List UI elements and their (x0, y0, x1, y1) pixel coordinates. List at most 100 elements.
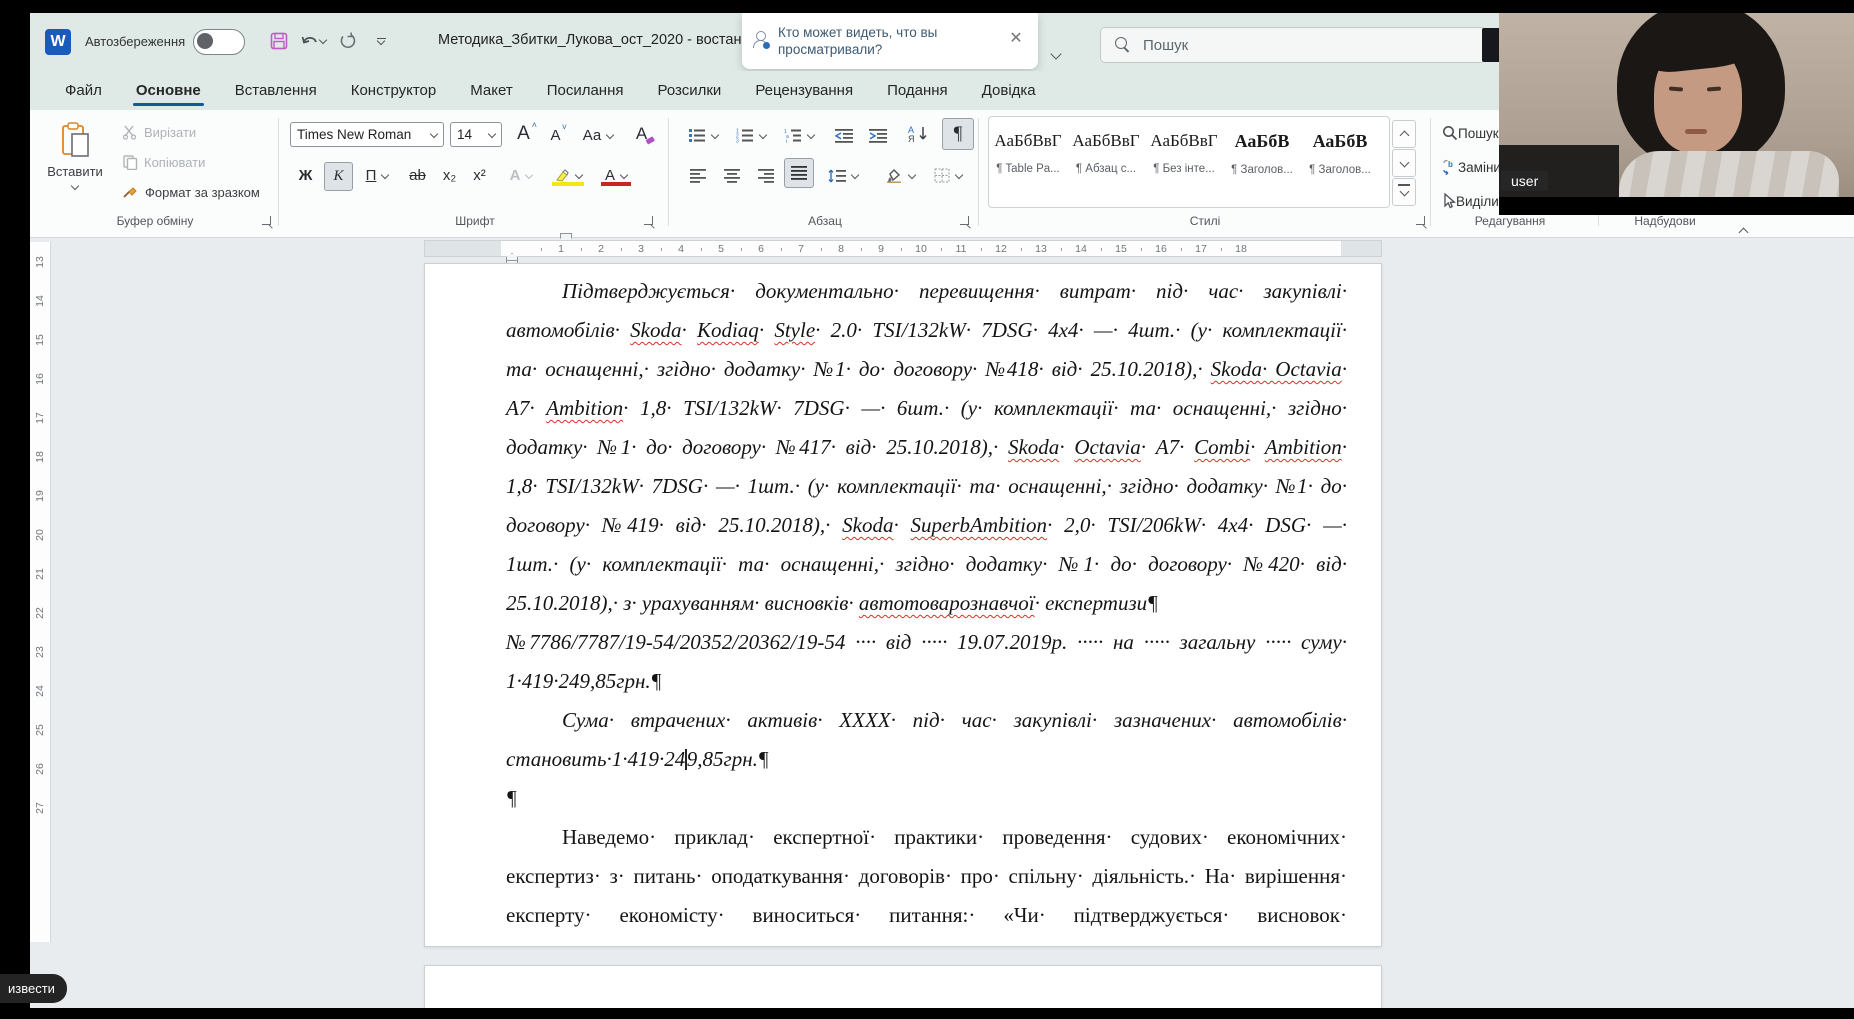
find-label: Пошук (1458, 125, 1499, 141)
subscript-button[interactable]: x₂ (436, 162, 463, 189)
style-card[interactable]: АаБбВвГ ¶ Table Pa... (989, 117, 1067, 207)
font-dialog-launcher[interactable] (644, 216, 655, 227)
styles-more-button[interactable] (1392, 178, 1416, 206)
search-input[interactable]: Пошук (1100, 27, 1486, 63)
text-run: 1·419·249,85грн.¶ (506, 669, 662, 693)
strikethrough-button[interactable]: ab (404, 162, 431, 189)
cut-button[interactable]: Вирізати (122, 124, 196, 140)
styles-gallery: АаБбВвГ ¶ Table Pa... АаБбВвГ ¶ Абзац с...… (988, 116, 1390, 208)
line-spacing-button[interactable] (824, 162, 862, 189)
document-line[interactable]: автомобілів· Skoda· Kodiaq· Style· 2.0· … (506, 311, 1347, 350)
qat-overflow-button[interactable] (364, 27, 398, 55)
paragraph-dialog-launcher[interactable] (960, 216, 971, 227)
numbering-button[interactable]: 123 (730, 122, 772, 149)
text-run: · експертизи¶ (1034, 591, 1159, 615)
style-card[interactable]: АаБбВ ¶ Заголов... (1223, 117, 1301, 207)
borders-icon (934, 168, 950, 183)
grow-font-button[interactable]: А ˄ (510, 120, 537, 147)
document-line[interactable]: експерту· економісту· виноситься· питанн… (506, 896, 1347, 935)
text-run: №7786/7787/19-54/20352/20362/19-54 ···· … (506, 630, 1347, 654)
text-run: 1шт.· (у· комплектації· та· оснащенні,· … (506, 552, 1347, 576)
increase-indent-button[interactable] (864, 122, 891, 149)
title-chevron-icon[interactable] (1050, 45, 1062, 63)
tab-help[interactable]: Довідка (965, 73, 1053, 108)
font-name-combo[interactable]: Times New Roman (290, 122, 444, 147)
document-text: Підтверджується· документально· перевище… (506, 272, 1347, 935)
style-card[interactable]: АаБбВвГ ¶ Без інте... (1145, 117, 1223, 207)
redo-button[interactable] (330, 27, 364, 55)
paste-button[interactable]: Вставити (44, 120, 106, 208)
styles-scroll-up-button[interactable] (1392, 120, 1416, 148)
word-app-icon: W (45, 29, 71, 55)
align-right-button[interactable] (752, 162, 779, 189)
undo-button[interactable] (296, 27, 330, 55)
tab-layout[interactable]: Макет (453, 73, 529, 108)
document-line[interactable]: 1·419·249,85грн.¶ (506, 662, 1347, 701)
align-left-button[interactable] (684, 162, 711, 189)
sort-button[interactable]: АЯ (904, 120, 934, 147)
tab-mailings[interactable]: Розсилки (641, 73, 739, 108)
tab-review[interactable]: Рецензування (738, 73, 870, 108)
highlight-button[interactable] (548, 162, 588, 189)
save-button[interactable] (262, 27, 296, 55)
document-line[interactable]: №7786/7787/19-54/20352/20362/19-54 ···· … (506, 623, 1347, 662)
tab-file[interactable]: Файл (48, 73, 119, 108)
font-size-chevron-icon (487, 129, 497, 138)
tab-home[interactable]: Основне (119, 73, 218, 108)
copy-button[interactable]: Копіювати (122, 154, 205, 170)
tab-view[interactable]: Подання (870, 73, 965, 108)
document-line[interactable]: та· оснащенні,· згідно· додатку· №1· до·… (506, 350, 1347, 389)
superscript-button[interactable]: x² (466, 162, 493, 189)
bullets-button[interactable] (682, 122, 724, 149)
font-name-chevron-icon (429, 129, 439, 138)
document-line[interactable]: додатку· №1· до· договору· №417· від· 25… (506, 428, 1347, 467)
document-page-1[interactable]: Підтверджується· документально· перевище… (424, 263, 1382, 947)
shading-button[interactable] (880, 162, 920, 189)
document-line[interactable]: ¶ (506, 779, 1347, 818)
styles-dialog-launcher[interactable] (1416, 216, 1427, 227)
document-line[interactable]: Підтверджується· документально· перевище… (506, 272, 1347, 311)
webcam-overlay[interactable]: user (1499, 10, 1854, 215)
align-center-button[interactable] (718, 162, 745, 189)
style-card[interactable]: АаБбВвГ ¶ Абзац с... (1067, 117, 1145, 207)
decrease-indent-button[interactable] (830, 122, 857, 149)
multilevel-list-button[interactable]: 1ai (778, 122, 820, 149)
shrink-font-button[interactable]: А ˅ (542, 122, 569, 149)
document-line[interactable]: 1,8· TSI/132kW· 7DSG· —· 1шт.· (у· компл… (506, 467, 1347, 506)
underline-button[interactable]: П (358, 162, 396, 189)
svg-text:Я: Я (908, 134, 915, 143)
tab-references[interactable]: Посилання (530, 73, 641, 108)
autosave-toggle[interactable] (193, 29, 245, 55)
document-line[interactable]: експертиз· з· питань· оподаткування· дог… (506, 857, 1347, 896)
document-line[interactable]: А7· Ambition· 1,8· TSI/132kW· 7DSG· —· 6… (506, 389, 1347, 428)
text-run: 25.10.2018),· з· урахуванням· висновків· (506, 591, 859, 615)
popup-close-button[interactable]: ✕ (1008, 31, 1024, 47)
text-effects-button[interactable]: А (502, 162, 540, 189)
undo-chevron-icon (318, 35, 328, 44)
document-line[interactable]: договору· №419· від· 25.10.2018),· Skoda… (506, 506, 1347, 545)
justify-button-active[interactable] (784, 158, 814, 188)
document-line[interactable]: становить·1·419·249,85грн.¶ (506, 740, 1347, 779)
font-size-combo[interactable]: 14 (450, 122, 502, 147)
paragraph-group-label: Абзац (808, 214, 842, 228)
bold-button[interactable]: Ж (292, 162, 319, 189)
font-color-button[interactable]: А (596, 162, 636, 189)
format-painter-button[interactable]: Формат за зразком (122, 184, 260, 200)
clear-formatting-button[interactable]: А (628, 120, 655, 147)
borders-button[interactable] (928, 162, 968, 189)
change-case-button[interactable]: Аа (578, 122, 618, 149)
document-line[interactable]: 1шт.· (у· комплектації· та· оснащенні,· … (506, 545, 1347, 584)
style-card[interactable]: АаБбВ ¶ Заголов... (1301, 117, 1379, 207)
italic-button-active[interactable]: К (324, 162, 353, 191)
document-page-2[interactable] (424, 965, 1382, 1008)
clipboard-dialog-launcher[interactable] (262, 216, 273, 227)
document-line[interactable]: Наведемо· приклад· експертної· практики·… (506, 818, 1347, 857)
styles-scroll-down-button[interactable] (1392, 149, 1416, 177)
tab-insert[interactable]: Вставлення (218, 73, 334, 108)
tab-design[interactable]: Конструктор (334, 73, 454, 108)
find-button[interactable]: Пошук (1442, 120, 1499, 146)
document-line[interactable]: 25.10.2018),· з· урахуванням· висновків·… (506, 584, 1347, 623)
font-name-value: Times New Roman (297, 127, 412, 142)
show-marks-button-active[interactable]: ¶ (942, 118, 974, 150)
document-line[interactable]: Сума· втрачених· активів· ХХХХ· під· час… (506, 701, 1347, 740)
